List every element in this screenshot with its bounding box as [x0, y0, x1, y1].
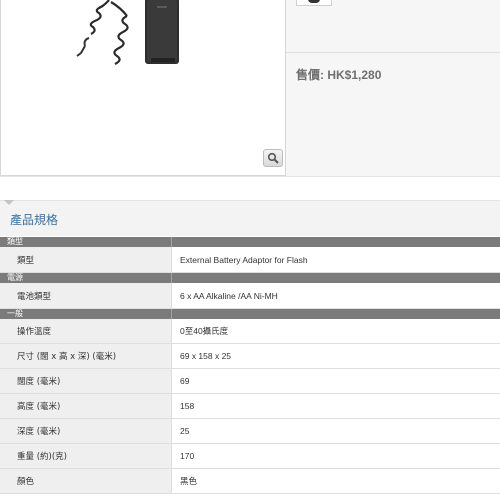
table-row: 操作溫度 0至40攝氏度	[0, 319, 500, 344]
spec-label: 深度 (毫米)	[0, 419, 172, 443]
thumbnail-button[interactable]	[296, 0, 332, 6]
chevron-down-icon	[4, 200, 14, 205]
table-row: 電池類型 6 x AA Alkaline /AA Ni-MH	[0, 283, 500, 309]
spec-label: 高度 (毫米)	[0, 394, 172, 418]
spec-label: 顏色	[0, 469, 172, 493]
spec-label: 電池類型	[0, 283, 172, 308]
table-row: 重量 (約)(克) 170	[0, 444, 500, 469]
magnifier-icon	[267, 152, 279, 164]
table-row: 尺寸 (闊 x 高 x 深) (毫米) 69 x 158 x 25	[0, 344, 500, 369]
product-info-panel: 售價: HK$1,280	[286, 0, 500, 176]
spec-label: 類型	[0, 247, 172, 272]
product-image-frame[interactable]	[0, 0, 286, 176]
spec-value: External Battery Adaptor for Flash	[172, 247, 500, 272]
table-row: 深度 (毫米) 25	[0, 419, 500, 444]
spec-value: 158	[172, 394, 500, 418]
zoom-button[interactable]	[263, 149, 283, 167]
section-separator	[0, 176, 500, 200]
spec-label: 重量 (約)(克)	[0, 444, 172, 468]
table-row: 顏色 黑色	[0, 469, 500, 494]
price-label: 售價: HK$1,280	[296, 68, 382, 82]
product-gallery: 售價: HK$1,280	[0, 0, 500, 176]
spec-category: 類型	[0, 237, 500, 247]
spec-value: 69	[172, 369, 500, 393]
table-row: 高度 (毫米) 158	[0, 394, 500, 419]
page-title: 產品規格	[10, 213, 59, 227]
spec-value: 黑色	[172, 469, 500, 493]
spec-label: 操作溫度	[0, 319, 172, 343]
spec-value: 69 x 158 x 25	[172, 344, 500, 368]
battery-pack-photo	[76, 0, 179, 65]
divider	[286, 52, 500, 53]
spec-category: 電源	[0, 273, 500, 283]
spec-label: 闊度 (毫米)	[0, 369, 172, 393]
spec-value: 0至40攝氏度	[172, 319, 500, 343]
spec-value: 170	[172, 444, 500, 468]
spec-category: 一般	[0, 309, 500, 319]
spec-value: 25	[172, 419, 500, 443]
spec-header: 產品規格	[0, 200, 500, 236]
table-row: 類型 External Battery Adaptor for Flash	[0, 247, 500, 273]
spec-label: 尺寸 (闊 x 高 x 深) (毫米)	[0, 344, 172, 368]
table-row: 闊度 (毫米) 69	[0, 369, 500, 394]
spec-table: 類型 類型 External Battery Adaptor for Flash…	[0, 237, 500, 494]
spec-value: 6 x AA Alkaline /AA Ni-MH	[172, 283, 500, 308]
